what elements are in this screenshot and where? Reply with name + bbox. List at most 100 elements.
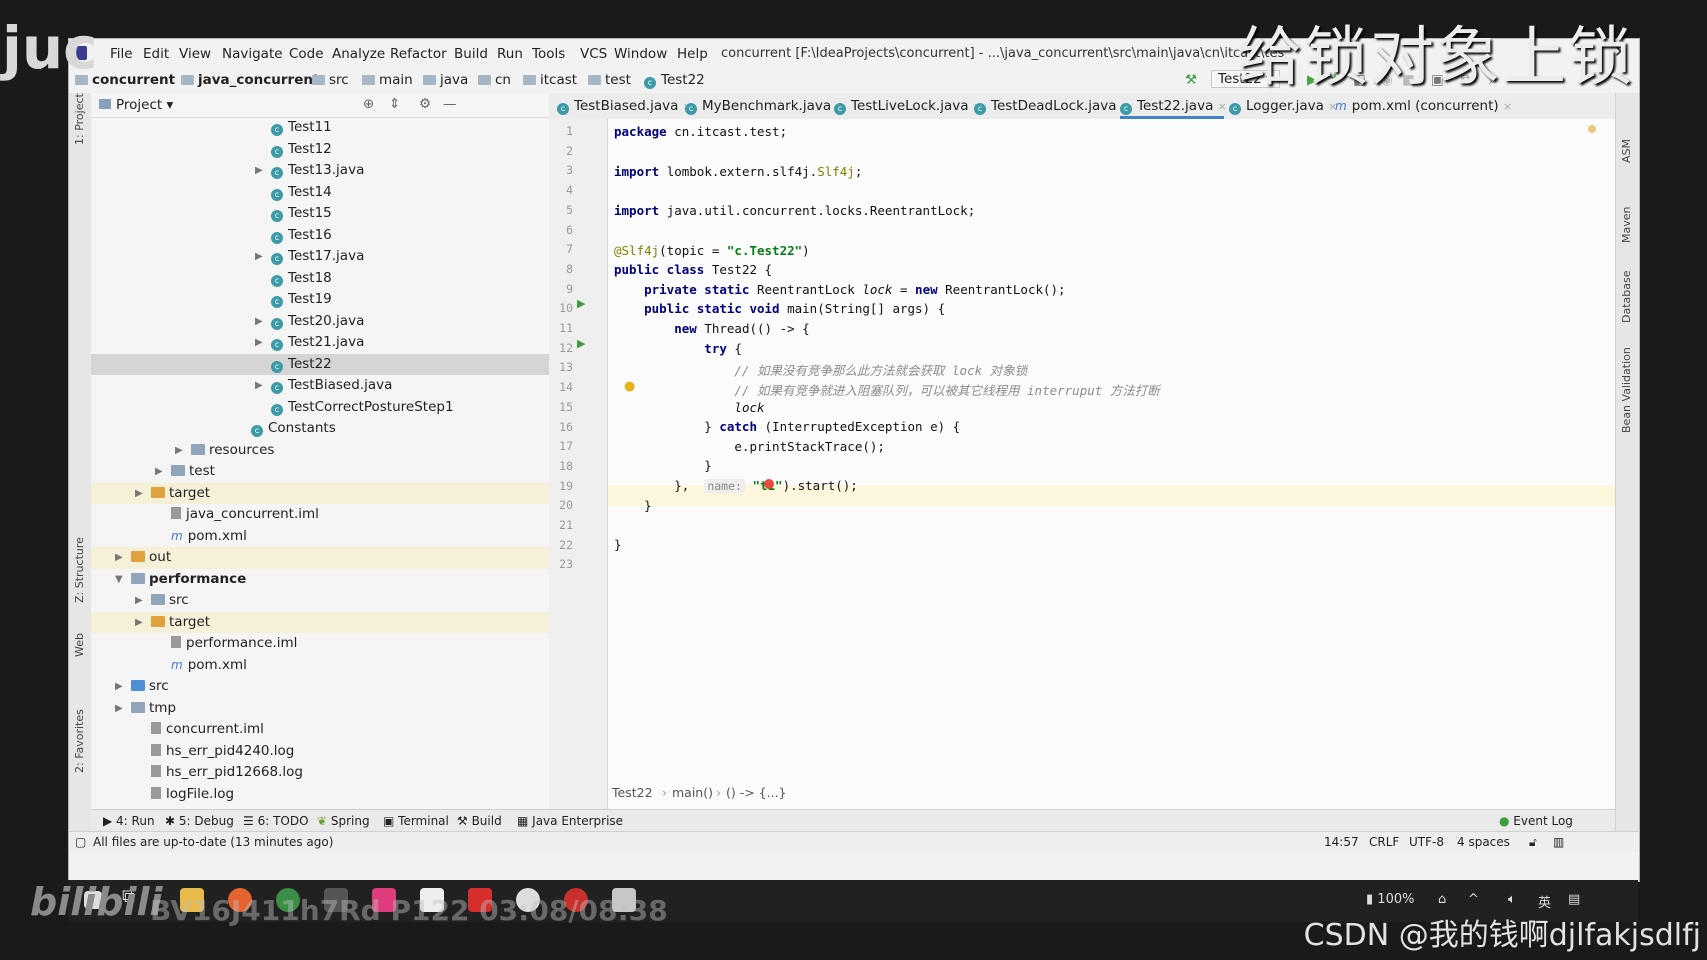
maven-tool-button[interactable]: Maven [1620,207,1633,243]
tree-item[interactable]: hs_err_pid12668.log [91,762,549,784]
java-enterprise-tool-button[interactable]: ▦ Java Enterprise [517,814,623,828]
close-icon[interactable]: × [1503,100,1512,113]
tree-item[interactable]: ▶ src [91,676,549,698]
file-encoding[interactable]: UTF-8 [1409,835,1444,849]
chevron-right-icon[interactable]: ▶ [115,547,123,568]
chevron-right-icon[interactable]: ▶ [135,590,143,611]
tree-item[interactable]: c Test11 [91,117,549,139]
bean-validation-tool-button[interactable]: Bean Validation [1620,347,1633,433]
tray-chevron-icon[interactable]: ^ [1468,892,1479,907]
web-tool-button[interactable]: Web [73,633,86,657]
tree-item[interactable]: c Test22 [91,353,549,375]
tab-test22[interactable]: c Test22.java × [1120,98,1227,115]
chevron-down-icon[interactable]: ▼ [115,569,123,590]
breadcrumb-java[interactable]: java [423,72,468,88]
inspection-status-icon[interactable] [1588,125,1596,133]
network-icon[interactable]: ⌂ [1438,892,1446,907]
chevron-right-icon[interactable]: ▶ [255,332,263,353]
breadcrumb-itcast[interactable]: itcast [523,72,577,88]
status-toggle-icon[interactable]: ▢ [75,835,86,849]
menu-build[interactable]: Build [454,46,488,62]
tree-item[interactable]: concurrent.iml [91,719,549,741]
tree-item[interactable]: ▶ c TestBiased.java [91,375,549,397]
code-editor[interactable]: package cn.itcast.test; import lombok.ex… [608,119,1615,819]
tab-mybenchmark[interactable]: cMyBenchmark.java × [685,98,845,115]
tab-testbiased[interactable]: cTestBiased.java × [557,98,692,115]
tab-pom[interactable]: m pom.xml (concurrent) × [1335,98,1512,114]
editor-crumb-class[interactable]: Test22 [612,785,653,800]
run-tool-button[interactable]: ▶ 4: Run [103,814,155,828]
chevron-right-icon[interactable]: ▶ [175,440,183,461]
tree-item[interactable]: ▶ tmp [91,698,549,720]
tree-item[interactable]: ▶ target [91,482,549,504]
database-tool-button[interactable]: Database [1620,271,1633,324]
spring-tool-button[interactable]: ❦ Spring [317,814,370,828]
tree-item[interactable]: ▶ c Test17.java [91,246,549,268]
tab-testlivelock[interactable]: cTestLiveLock.java × [834,98,982,115]
line-separator[interactable]: CRLF [1369,835,1399,849]
chevron-right-icon[interactable]: ▶ [255,311,263,332]
menu-window[interactable]: Window [614,46,667,62]
collapse-all-icon[interactable]: ⇕ [389,96,400,112]
build-tool-button[interactable]: ⚒ Build [457,814,502,828]
favorites-tool-button[interactable]: 2: Favorites [73,709,86,773]
tree-item[interactable]: c Constants [91,418,549,440]
tree-item[interactable]: c TestCorrectPostureStep1 [91,397,549,419]
chevron-right-icon[interactable]: ▶ [255,375,263,396]
tab-testdeadlock[interactable]: cTestDeadLock.java × [974,98,1130,115]
chevron-right-icon[interactable]: ▶ [115,676,123,697]
tree-item[interactable]: c Test14 [91,182,549,204]
close-icon[interactable]: × [1218,100,1227,113]
run-gutter-icon[interactable]: ▶ [577,337,585,350]
chevron-right-icon[interactable]: ▶ [135,612,143,633]
notification-icon[interactable]: ▤ [1568,892,1580,907]
debug-tool-button[interactable]: ✱ 5: Debug [165,814,234,828]
tree-item[interactable]: ▶ test [91,461,549,483]
menu-tools[interactable]: Tools [532,46,565,62]
tree-item[interactable]: logFile.log [91,784,549,806]
menu-edit[interactable]: Edit [143,46,169,62]
tree-item[interactable]: c Test19 [91,289,549,311]
tree-item[interactable]: c Test15 [91,203,549,225]
tree-item[interactable]: c Test18 [91,268,549,290]
tree-item[interactable]: ▶ src [91,590,549,612]
tree-item[interactable]: ▶ c Test13.java [91,160,549,182]
menu-help[interactable]: Help [677,46,708,62]
breadcrumb-main[interactable]: main [362,72,413,88]
breadcrumb-java-concurrent[interactable]: java_concurrent [181,72,319,88]
asm-tool-button[interactable]: ASM [1620,139,1633,163]
structure-tool-button[interactable]: Z: Structure [73,537,86,603]
tree-item[interactable]: java_concurrent.iml [91,504,549,526]
tree-item[interactable]: m pom.xml [91,526,549,548]
todo-tool-button[interactable]: ☰ 6: TODO [243,814,309,828]
caret-position[interactable]: 14:57 [1324,835,1359,849]
breadcrumb-test22[interactable]: c Test22 [644,72,705,89]
lightbulb-icon[interactable]: ● [624,379,635,394]
breadcrumb-test[interactable]: test [588,72,631,88]
chevron-right-icon[interactable]: ▶ [255,246,263,267]
terminal-tool-button[interactable]: ▣ Terminal [383,814,449,828]
chevron-right-icon[interactable]: ▶ [115,698,123,719]
gear-icon[interactable]: ⚙ [419,96,431,112]
tree-item[interactable]: performance.iml [91,633,549,655]
tree-item[interactable]: c Test12 [91,139,549,161]
tree-item[interactable]: ▶ c Test21.java [91,332,549,354]
chevron-right-icon[interactable]: ▶ [135,483,143,504]
input-method[interactable]: 英 [1538,892,1551,911]
battery-indicator[interactable]: ▮ 100% [1366,892,1414,907]
tree-item[interactable]: ▶ resources [91,440,549,462]
indent-setting[interactable]: 4 spaces [1457,835,1510,849]
menu-navigate[interactable]: Navigate [222,46,283,62]
breadcrumb-cn[interactable]: cn [478,72,511,88]
chevron-right-icon[interactable]: ▶ [255,160,263,181]
locate-icon[interactable]: ⊕ [363,96,374,112]
menu-view[interactable]: View [179,46,211,62]
event-log-button[interactable]: ● Event Log [1499,814,1573,828]
tree-item[interactable]: ▼ performance [91,569,549,591]
tab-logger[interactable]: c Logger.java × [1229,98,1337,115]
breadcrumb-src[interactable]: src [312,72,349,88]
tree-item[interactable]: ▶ target [91,611,549,633]
editor-crumb-method[interactable]: main() [672,785,713,800]
tree-item[interactable]: hs_err_pid4240.log [91,741,549,763]
tree-item[interactable]: m pom.xml [91,655,549,677]
